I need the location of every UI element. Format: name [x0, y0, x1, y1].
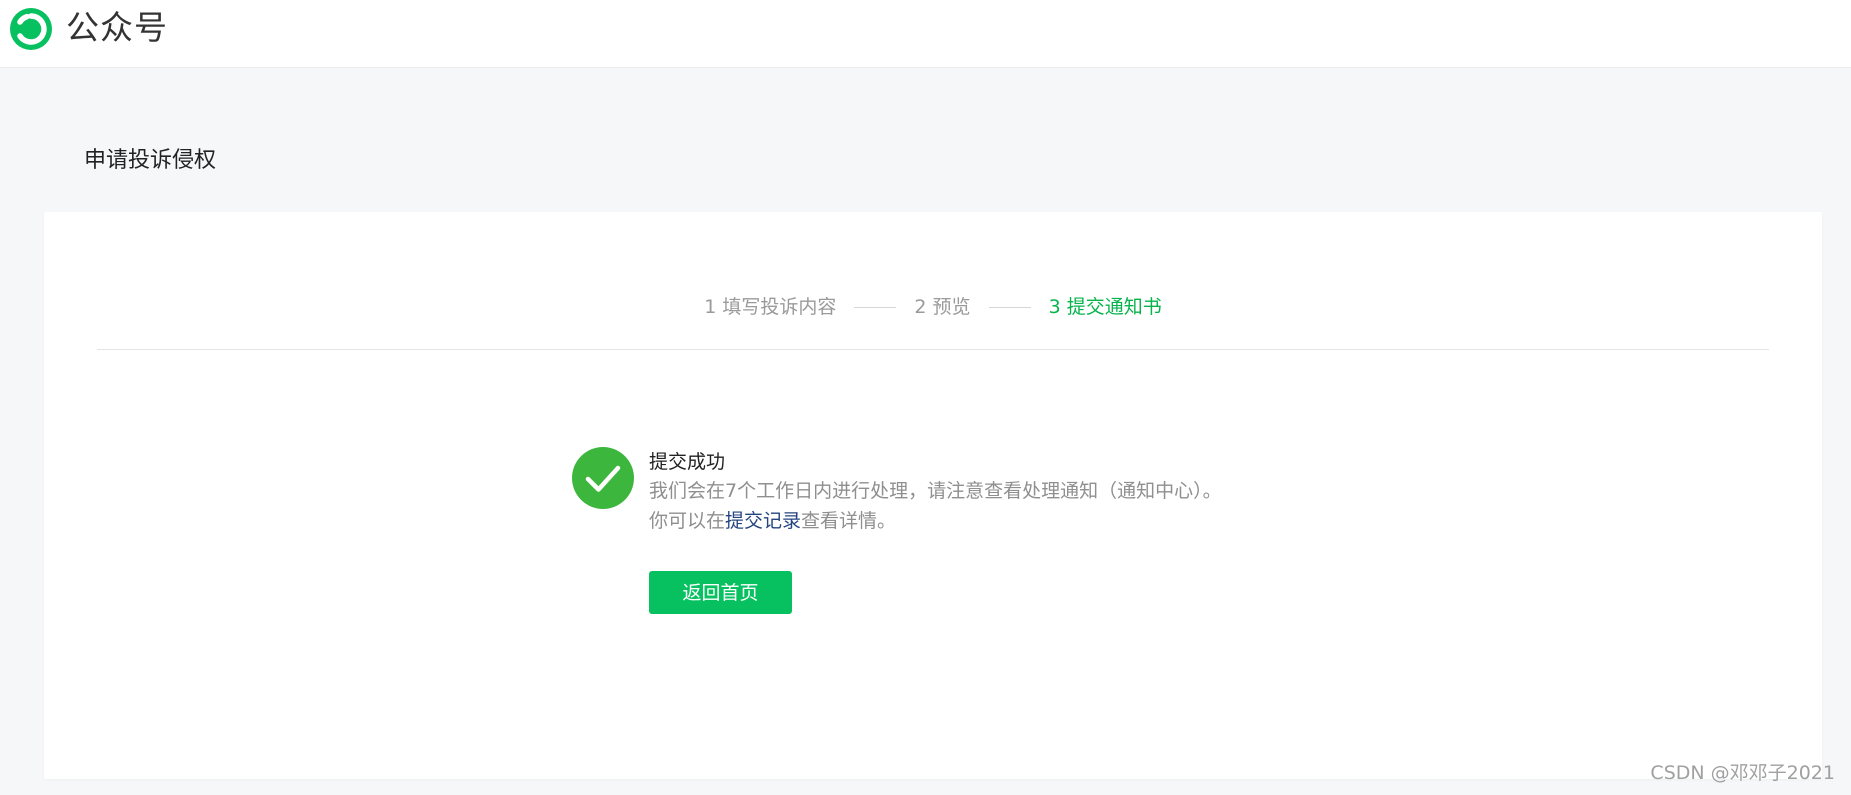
- step-1: 1 填写投诉内容: [704, 296, 837, 318]
- step-separator: [854, 306, 897, 308]
- submission-record-link[interactable]: 提交记录: [725, 510, 801, 532]
- brand-name[interactable]: 公众号: [66, 8, 168, 48]
- result-desc-line2: 你可以在提交记录查看详情。: [649, 506, 1349, 536]
- divider: [97, 349, 1769, 350]
- content-card: 1 填写投诉内容 2 预览 3 提交通知书 提交成功 我们会在7个工作日内进行处…: [44, 212, 1822, 779]
- step-2: 2 预览: [914, 296, 971, 318]
- result-title: 提交成功: [649, 451, 726, 473]
- watermark: CSDN @邓邓子2021: [1650, 762, 1835, 784]
- result-desc-suffix: 查看详情。: [801, 510, 897, 532]
- page-title: 申请投诉侵权: [84, 148, 217, 173]
- step-separator: [988, 306, 1031, 308]
- step-3: 3 提交通知书: [1048, 296, 1162, 318]
- step-progress: 1 填写投诉内容 2 预览 3 提交通知书: [44, 294, 1822, 320]
- result-desc-prefix: 你可以在: [649, 510, 726, 532]
- top-bar: 公众号: [0, 0, 1851, 68]
- wechat-official-accounts-logo-icon[interactable]: [8, 6, 54, 52]
- check-circle-icon: [572, 447, 634, 509]
- result-body: 提交成功 我们会在7个工作日内进行处理，请注意查看处理通知（通知中心）。 你可以…: [649, 447, 1349, 536]
- result-description: 我们会在7个工作日内进行处理，请注意查看处理通知（通知中心）。 你可以在提交记录…: [649, 476, 1349, 536]
- back-home-button[interactable]: 返回首页: [649, 571, 792, 614]
- result-desc-line1: 我们会在7个工作日内进行处理，请注意查看处理通知（通知中心）。: [649, 480, 1222, 502]
